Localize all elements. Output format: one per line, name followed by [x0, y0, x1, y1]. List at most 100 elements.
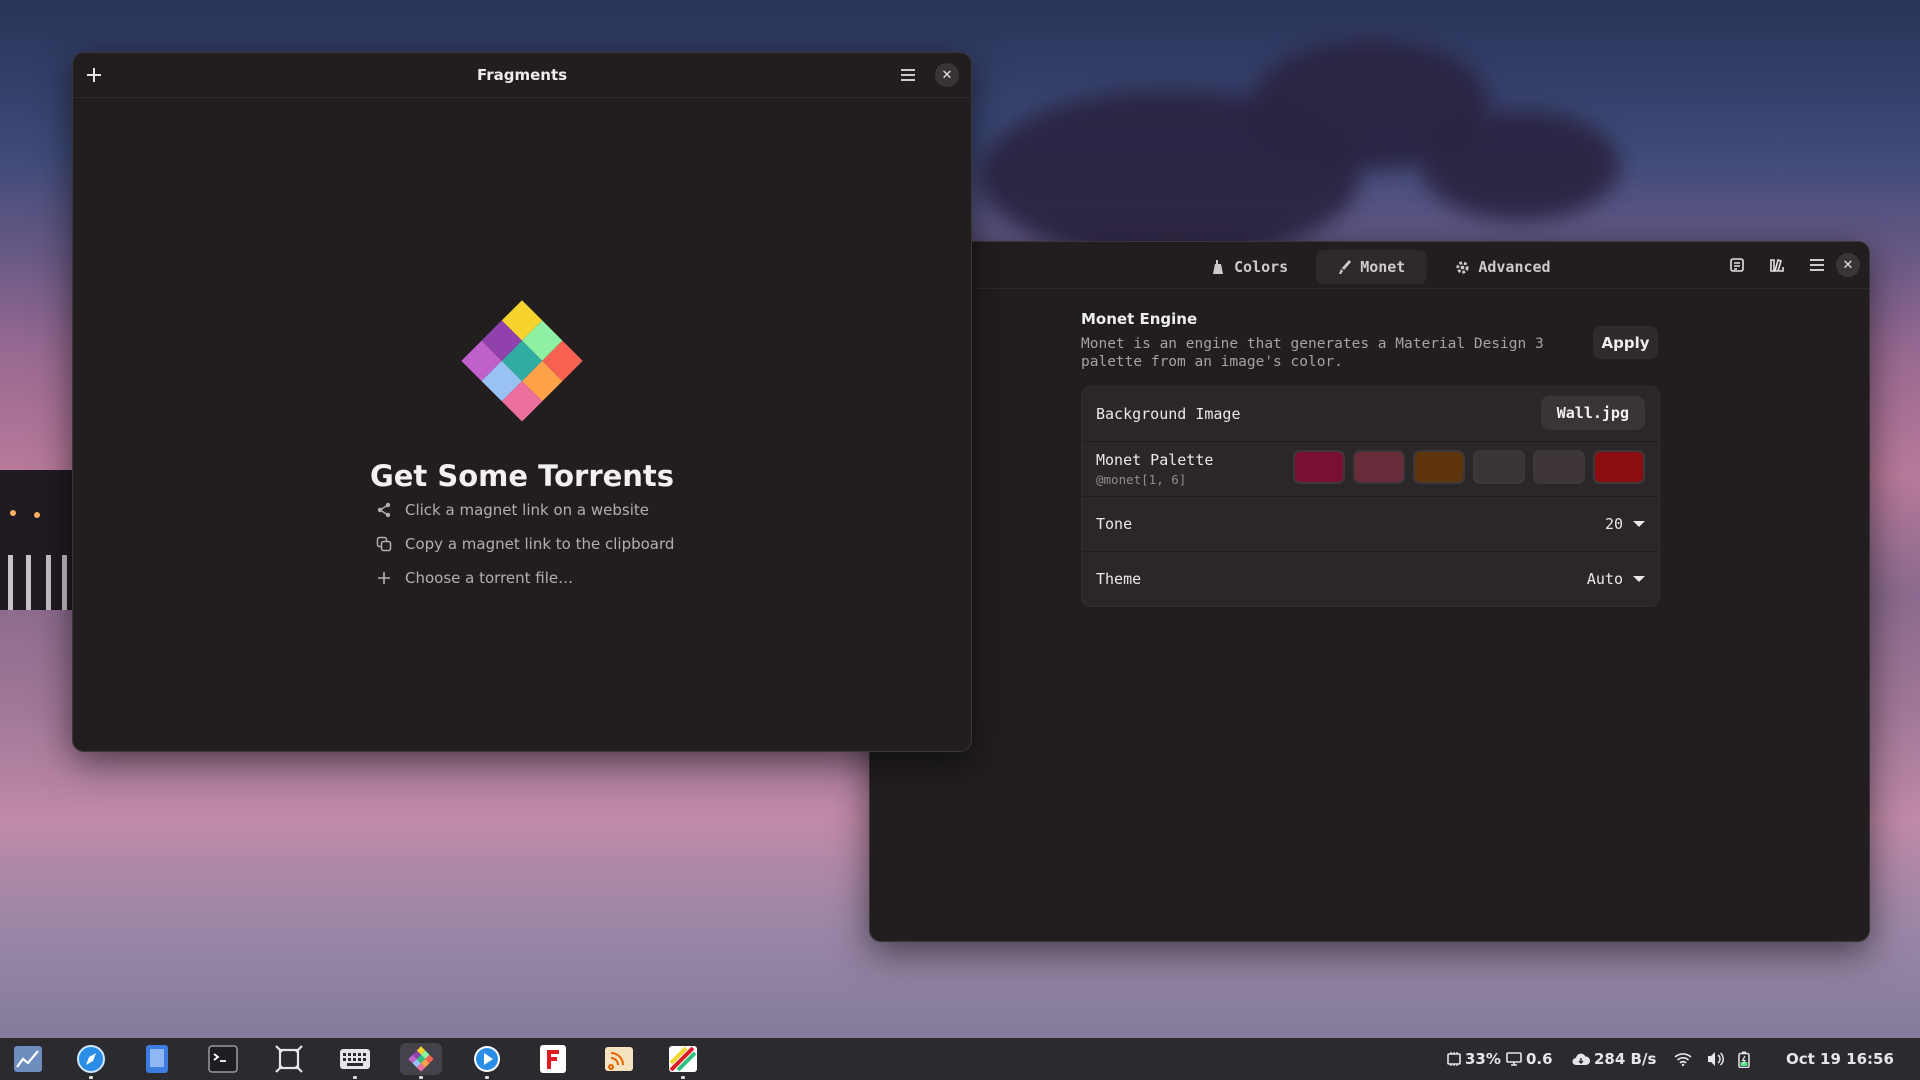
rss-feed-icon [605, 1047, 633, 1071]
taskbar-app-media[interactable] [470, 1043, 504, 1079]
network-speed-indicator[interactable]: 284 B/s [1572, 1038, 1656, 1080]
monet-engine-description: Monet is an engine that generates a Mate… [1081, 336, 1544, 370]
taskbar: 33% 0.6 284 B/s Oct 19 16:56 [0, 1038, 1920, 1080]
theme-dropdown[interactable]: Auto [1587, 552, 1645, 606]
gradience-app-icon [669, 1046, 697, 1072]
hint-magnet-website: Click a magnet link on a website [375, 493, 674, 527]
row-label: Monet Palette [1096, 451, 1214, 469]
system-status-area[interactable] [1674, 1038, 1750, 1080]
hint-label: Choose a torrent file… [405, 569, 574, 587]
running-indicator [419, 1076, 423, 1079]
running-indicator [353, 1076, 357, 1079]
taskbar-app-fragments[interactable] [400, 1043, 442, 1079]
hint-list: Click a magnet link on a website Copy a … [375, 493, 674, 595]
background-cloud [1420, 110, 1620, 220]
row-label: Tone [1096, 515, 1133, 533]
fragments-window: Fragments ✕ Get Some Torrents Click a ma… [72, 52, 972, 752]
tab-colors[interactable]: Colors [1190, 250, 1310, 284]
add-torrent-button[interactable] [79, 60, 109, 90]
taskbar-app-gradience[interactable] [666, 1043, 700, 1079]
row-label: Theme [1096, 570, 1142, 588]
volume-icon [1708, 1052, 1724, 1066]
tab-label: Monet [1360, 258, 1406, 276]
hamburger-menu-icon [901, 69, 915, 81]
background-image-button[interactable]: Wall.jpg [1540, 396, 1645, 430]
cpu-indicator[interactable]: 33% [1446, 1038, 1501, 1080]
color-swatch[interactable] [1533, 450, 1585, 484]
hint-label: Click a magnet link on a website [405, 501, 649, 519]
theme-row: Theme Auto [1082, 552, 1659, 606]
load-average: 0.6 [1526, 1050, 1553, 1068]
battery-charging-icon [1738, 1051, 1750, 1068]
cloud-download-icon [1572, 1053, 1590, 1065]
taskbar-app-feeds[interactable] [602, 1043, 636, 1075]
view-switcher: Colors Monet Advanced [1190, 250, 1573, 284]
apply-button[interactable]: Apply [1593, 326, 1658, 359]
taskbar-app-activities[interactable] [11, 1043, 45, 1075]
tab-monet[interactable]: Monet [1316, 250, 1428, 284]
main-menu-button[interactable] [893, 60, 923, 90]
presets-button[interactable] [1722, 250, 1752, 280]
running-indicator [89, 1076, 93, 1079]
taskbar-app-flathub[interactable] [536, 1043, 570, 1075]
hint-label: Copy a magnet link to the clipboard [405, 535, 675, 553]
clock[interactable]: Oct 19 16:56 [1786, 1038, 1894, 1080]
tab-label: Advanced [1478, 258, 1551, 276]
taskbar-app-screenshot[interactable] [272, 1043, 306, 1075]
running-indicator [681, 1076, 685, 1079]
terminal-icon [208, 1045, 238, 1073]
color-swatch[interactable] [1473, 450, 1525, 484]
taskbar-app-terminal[interactable] [206, 1043, 240, 1075]
monitor-icon [1506, 1052, 1522, 1066]
empty-state: Get Some Torrents [73, 299, 971, 493]
main-menu-button[interactable] [1802, 250, 1832, 280]
flathub-icon [540, 1045, 566, 1073]
tone-row: Tone 20 [1082, 497, 1659, 552]
color-swatch[interactable] [1413, 450, 1465, 484]
phone-icon [146, 1045, 168, 1073]
taskbar-app-phone[interactable] [140, 1043, 174, 1075]
fragments-app-icon [408, 1046, 434, 1072]
plus-icon [87, 68, 101, 82]
close-button[interactable]: ✕ [935, 63, 959, 87]
crop-frame-icon [275, 1045, 303, 1073]
color-swatch[interactable] [1353, 450, 1405, 484]
color-swatch[interactable] [1293, 450, 1345, 484]
compass-icon [77, 1045, 105, 1073]
gradience-window: Colors Monet Advanced ✕ Monet Engine Mon… [869, 241, 1870, 942]
taskbar-app-keyboard[interactable] [338, 1043, 372, 1079]
tab-advanced[interactable]: Advanced [1433, 250, 1572, 284]
color-swatch[interactable] [1593, 450, 1645, 484]
wifi-icon [1674, 1053, 1692, 1066]
load-indicator[interactable]: 0.6 [1506, 1038, 1553, 1080]
share-icon [375, 501, 393, 519]
background-pier [0, 470, 72, 610]
row-label: Background Image [1096, 405, 1241, 423]
status-title: Get Some Torrents [369, 459, 675, 493]
taskbar-app-browser[interactable] [74, 1043, 108, 1079]
hamburger-menu-icon [1810, 259, 1824, 271]
gear-icon [1456, 260, 1469, 274]
row-subtitle: @monet[1, 6] [1096, 472, 1187, 487]
presets-icon [1730, 258, 1744, 272]
clock-label: Oct 19 16:56 [1786, 1050, 1894, 1068]
cpu-icon [1447, 1052, 1461, 1066]
plus-icon [375, 569, 393, 587]
dropdown-value: 20 [1604, 515, 1623, 533]
fragments-logo-icon [461, 300, 583, 422]
running-indicator [485, 1076, 489, 1079]
system-monitor-icon [14, 1046, 42, 1072]
window-title: Fragments [476, 66, 568, 84]
monet-palette-row: Monet Palette @monet[1, 6] [1082, 442, 1659, 497]
gradience-headerbar: Colors Monet Advanced ✕ [870, 242, 1869, 289]
background-image-row: Background Image Wall.jpg [1082, 387, 1659, 442]
monet-settings-list: Background Image Wall.jpg Monet Palette … [1081, 386, 1660, 607]
paint-bucket-icon [1213, 260, 1223, 274]
themes-button[interactable] [1762, 250, 1792, 280]
keyboard-icon [340, 1049, 370, 1069]
close-button[interactable]: ✕ [1836, 253, 1860, 277]
palette-swatches [1293, 450, 1645, 484]
hint-magnet-clipboard: Copy a magnet link to the clipboard [375, 527, 674, 561]
tone-dropdown[interactable]: 20 [1605, 497, 1645, 551]
hint-choose-file[interactable]: Choose a torrent file… [375, 561, 674, 595]
